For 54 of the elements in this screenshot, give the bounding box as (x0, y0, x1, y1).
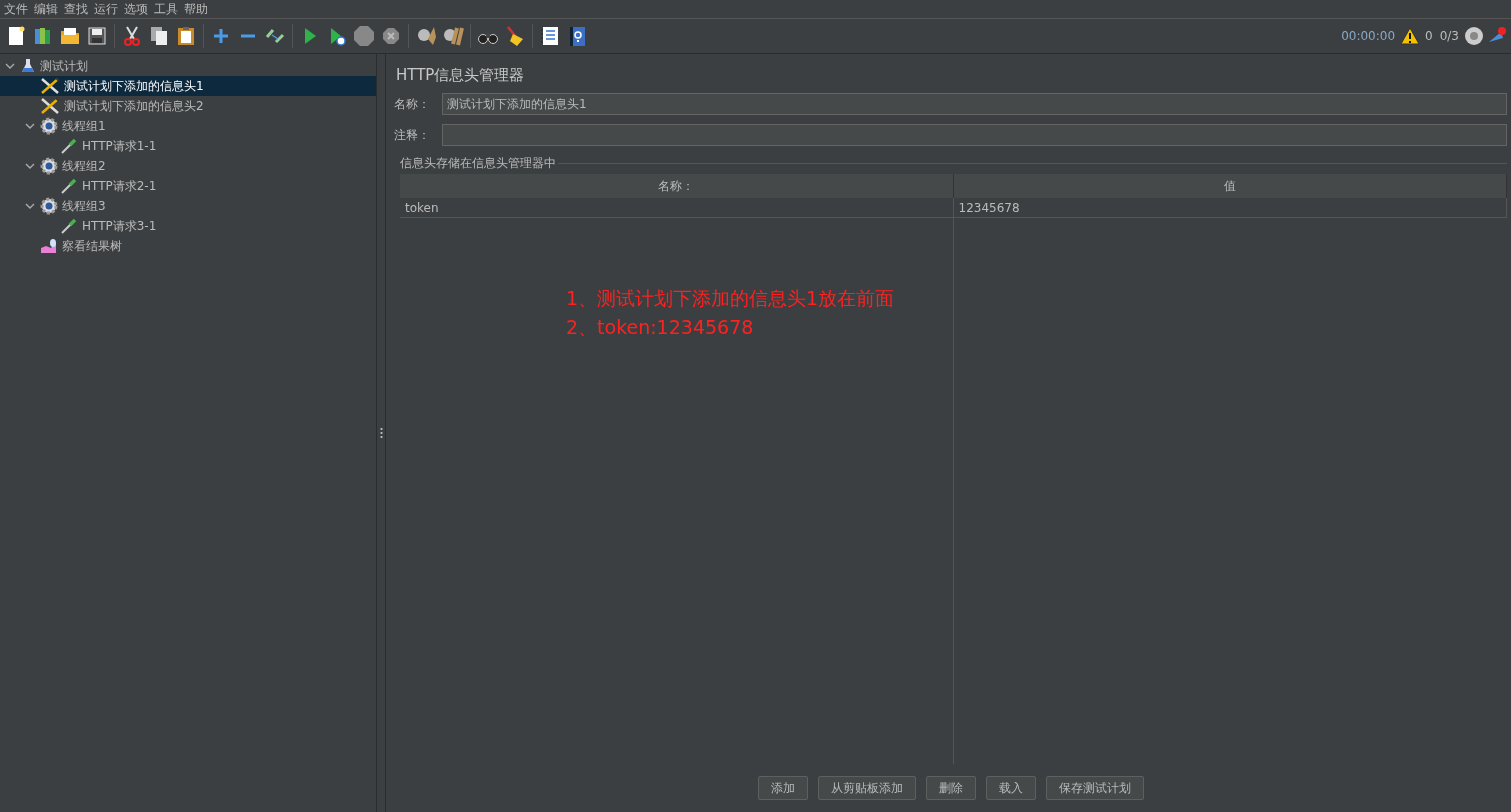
action-button[interactable]: 载入 (985, 776, 1036, 800)
panel-title: HTTP信息头管理器 (396, 66, 526, 85)
pipette-icon (60, 177, 78, 195)
tree-item[interactable]: 测试计划下添加的信息头2 (0, 96, 376, 116)
field-label: 名称： (394, 95, 431, 113)
warning-count: 0 (1425, 29, 1433, 43)
tools-icon (40, 97, 60, 115)
chevron-icon[interactable] (5, 61, 15, 71)
table-cell[interactable]: token (400, 198, 954, 217)
chevron-icon[interactable] (25, 161, 35, 171)
menu-item[interactable]: 编辑 (32, 0, 62, 18)
annotation-text: 1、测试计划下添加的信息头1放在前面 (566, 286, 895, 311)
tree-item[interactable]: 线程组1 (0, 116, 376, 136)
action-button[interactable]: 删除 (925, 776, 976, 800)
warning-icon[interactable] (1400, 27, 1421, 45)
flask-icon (20, 58, 36, 74)
field-label: 注释： (394, 126, 431, 144)
column-header[interactable]: 值 (953, 174, 1507, 198)
column-header[interactable]: 名称： (400, 174, 954, 198)
thread-count: 0/3 (1439, 29, 1459, 43)
tree-item[interactable]: 测试计划下添加的信息头1 (0, 76, 376, 96)
action-button[interactable]: 保存测试计划 (1045, 776, 1144, 800)
gear-icon (40, 197, 58, 215)
menu-item[interactable]: 文件 (2, 0, 32, 18)
tree-item[interactable]: HTTP请求2-1 (0, 176, 376, 196)
action-button[interactable]: 从剪贴板添加 (817, 776, 916, 800)
gear-icon (40, 157, 58, 175)
tree-item[interactable]: HTTP请求3-1 (0, 216, 376, 236)
tree-item[interactable]: 线程组2 (0, 156, 376, 176)
pipette-icon (60, 217, 78, 235)
tools-icon (40, 77, 60, 95)
tree-item[interactable]: 线程组3 (0, 196, 376, 216)
table-cell[interactable]: 12345678 (953, 198, 1507, 217)
tree-item[interactable]: 测试计划 (0, 56, 376, 76)
save-icon[interactable] (85, 24, 109, 48)
splitter-handle[interactable] (379, 427, 383, 439)
group-title: 信息头存储在信息头管理器中 (400, 155, 556, 172)
chevron-icon[interactable] (25, 121, 35, 131)
menu-item[interactable]: 运行 (92, 0, 122, 18)
comment-field[interactable] (442, 124, 1507, 146)
pipette-icon (60, 137, 78, 155)
menu-item[interactable]: 查找 (62, 0, 92, 18)
gear-icon (40, 117, 58, 135)
chevron-icon[interactable] (25, 201, 35, 211)
action-button[interactable]: 添加 (757, 776, 808, 800)
menu-item[interactable]: 工具 (152, 0, 182, 18)
menu-item[interactable]: 选项 (122, 0, 152, 18)
elapsed-time: 00:00:00 (1341, 29, 1396, 43)
tree-item[interactable]: HTTP请求1-1 (0, 136, 376, 156)
name-field[interactable]: 测试计划下添加的信息头1 (442, 93, 1507, 115)
menu-item[interactable]: 帮助 (182, 0, 212, 18)
status-circle-icon (1464, 26, 1484, 46)
tree-item[interactable]: 察看结果树 (0, 236, 376, 256)
annotation-text: 2、token:12345678 (566, 315, 755, 340)
